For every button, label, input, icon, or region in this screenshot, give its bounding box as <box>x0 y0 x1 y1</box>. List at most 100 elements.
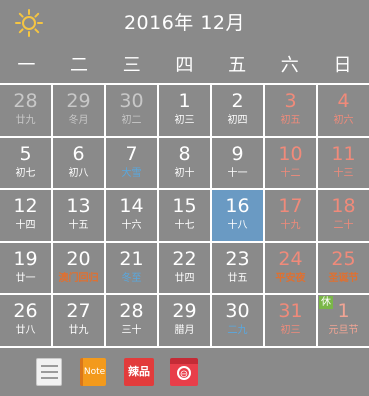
day-cell[interactable]: 2 初四 <box>212 85 263 136</box>
day-cell[interactable]: 17 十九 <box>265 190 316 241</box>
day-number: 29 <box>66 90 91 112</box>
day-cell[interactable]: 15 十七 <box>159 190 210 241</box>
lunar-label: 十二 <box>280 167 301 179</box>
day-number: 15 <box>172 195 197 218</box>
day-cell[interactable]: 18 二十 <box>318 190 369 241</box>
day-cell[interactable]: 27 廿九 <box>53 295 104 346</box>
day-cell[interactable]: 12 十四 <box>0 190 51 241</box>
toolbox-glyph: ⊖ <box>177 366 191 380</box>
day-cell[interactable]: 30 二九 <box>212 295 263 346</box>
day-cell[interactable]: 7 大雪 <box>106 137 157 189</box>
day-cell[interactable]: 28 三十 <box>106 295 157 346</box>
day-number: 12 <box>13 195 38 218</box>
lunar-label: 廿九 <box>15 115 36 126</box>
weekday-header: 一 二 三 四 五 六 日 <box>0 50 369 81</box>
lunar-label: 初七 <box>15 167 36 179</box>
toolbox-icon[interactable]: ⊖ <box>170 358 198 386</box>
day-cell[interactable]: 13 十五 <box>53 190 104 241</box>
day-number: 18 <box>331 195 356 218</box>
day-cell[interactable]: 11 十三 <box>318 137 369 189</box>
lunar-label: 初三 <box>280 325 301 337</box>
weekday-label: 二 <box>70 55 89 76</box>
bottom-toolbar: Note 辣品 ⊖ <box>0 350 369 396</box>
day-cell[interactable]: 31 初三 <box>265 295 316 346</box>
lunar-label: 初六 <box>333 115 354 126</box>
lunar-label: 十一 <box>227 167 248 179</box>
lunar-label: 廿五 <box>227 272 248 284</box>
day-number: 1 <box>178 90 191 112</box>
day-number: 30 <box>119 90 144 112</box>
day-number: 29 <box>172 300 197 323</box>
day-number: 22 <box>172 247 197 270</box>
lunar-label: 十七 <box>174 220 195 232</box>
lunar-label: 十六 <box>121 220 142 232</box>
day-cell[interactable]: 30 初二 <box>106 85 157 136</box>
lunar-label: 廿九 <box>68 325 89 337</box>
day-cell[interactable]: 29 冬月 <box>53 85 104 136</box>
day-number: 25 <box>331 247 356 270</box>
day-number: 14 <box>119 195 144 218</box>
day-cell-selected[interactable]: 16 十八 <box>212 190 263 241</box>
day-cell[interactable]: 22 廿四 <box>159 242 210 294</box>
list-icon[interactable] <box>36 358 62 386</box>
day-cell[interactable]: 23 廿五 <box>212 242 263 294</box>
day-number: 23 <box>225 247 250 270</box>
day-number: 28 <box>13 90 38 112</box>
day-cell[interactable]: 28 廿九 <box>0 85 51 136</box>
day-cell[interactable]: 20 澳门回归 <box>53 242 104 294</box>
note-icon[interactable]: Note <box>80 358 106 386</box>
lunar-label: 初四 <box>227 115 248 126</box>
weekday-label: 一 <box>17 55 36 76</box>
day-number: 6 <box>72 142 85 165</box>
day-number: 13 <box>66 195 91 218</box>
calendar-grid: 28 廿九 29 冬月 30 初二 1 初三 2 初四 3 初五 4 初六 5 初七 6 初八 7 大雪 8 初十 9 十一 1… <box>0 83 369 348</box>
day-cell[interactable]: 24 平安夜 <box>265 242 316 294</box>
lunar-label: 廿八 <box>15 325 36 337</box>
day-cell[interactable]: 8 初十 <box>159 137 210 189</box>
day-number: 9 <box>231 142 244 165</box>
pin-app-icon[interactable]: 辣品 <box>124 358 154 386</box>
day-cell[interactable]: 14 十六 <box>106 190 157 241</box>
day-cell[interactable]: 29 腊月 <box>159 295 210 346</box>
day-number: 4 <box>337 90 350 112</box>
lunar-label: 冬至 <box>121 272 142 284</box>
day-cell[interactable]: 4 初六 <box>318 85 369 136</box>
weekday-label: 三 <box>122 55 141 76</box>
day-cell[interactable]: 19 廿一 <box>0 242 51 294</box>
day-number: 16 <box>225 195 250 218</box>
day-cell[interactable]: 5 初七 <box>0 137 51 189</box>
day-cell[interactable]: 10 十二 <box>265 137 316 189</box>
lunar-label: 元旦节 <box>328 325 359 337</box>
lunar-label: 平安夜 <box>275 272 306 284</box>
day-cell[interactable]: 3 初五 <box>265 85 316 136</box>
day-number: 7 <box>125 142 138 165</box>
lunar-label: 十四 <box>15 220 36 232</box>
lunar-label: 初十 <box>174 167 195 179</box>
day-cell[interactable]: 6 初八 <box>53 137 104 189</box>
day-cell[interactable]: 1 初三 <box>159 85 210 136</box>
day-number: 8 <box>178 142 191 165</box>
lunar-label: 澳门回归 <box>58 272 99 284</box>
day-cell[interactable]: 9 十一 <box>212 137 263 189</box>
lunar-label: 三十 <box>121 325 142 337</box>
lunar-label: 初八 <box>68 167 89 179</box>
lunar-label: 腊月 <box>174 325 195 337</box>
day-cell[interactable]: 1 元旦节休 <box>318 295 369 346</box>
lunar-label: 十三 <box>333 167 354 179</box>
lunar-label: 初五 <box>280 115 301 126</box>
calendar-header: 2016年 12月 <box>0 0 369 44</box>
day-cell[interactable]: 21 冬至 <box>106 242 157 294</box>
month-title[interactable]: 2016年 12月 <box>0 8 369 35</box>
day-number: 21 <box>119 247 144 270</box>
day-number: 3 <box>284 90 297 112</box>
day-cell[interactable]: 25 圣诞节 <box>318 242 369 294</box>
day-number: 5 <box>19 142 32 165</box>
lunar-label: 十八 <box>227 220 248 232</box>
lunar-label: 廿四 <box>174 272 195 284</box>
lunar-label: 初二 <box>121 115 142 126</box>
lunar-label: 二九 <box>227 325 248 337</box>
lunar-label: 廿一 <box>15 272 36 284</box>
day-number: 2 <box>231 90 244 112</box>
day-cell[interactable]: 26 廿八 <box>0 295 51 346</box>
lunar-label: 大雪 <box>121 167 142 179</box>
